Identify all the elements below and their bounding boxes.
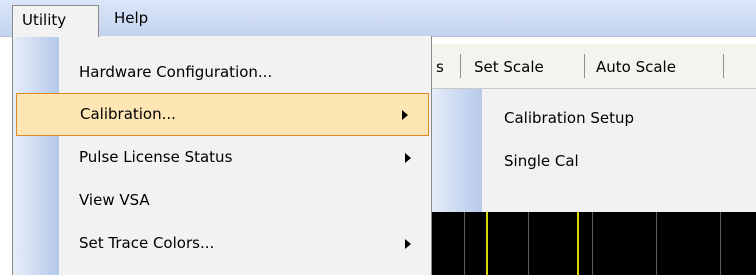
menu-bar: Utility Help [0,0,756,37]
menu-item-label: Calibration... [80,105,176,123]
menu-item-set-trace-colors[interactable]: Set Trace Colors... [13,222,431,265]
grid-line [592,212,593,275]
toolbar: s Set Scale Auto Scale [432,44,756,89]
submenu-icon-gutter [432,89,482,213]
menu-item-calibration[interactable]: Calibration... [16,93,429,136]
menu-item-label: View VSA [79,191,150,209]
grid-line [720,212,721,275]
toolbar-separator [584,54,585,78]
menu-item-view-vsa[interactable]: View VSA [13,179,431,222]
utility-menu-dropdown: Hardware Configuration... Calibration...… [12,36,432,275]
submenu-arrow-icon [402,109,408,120]
menu-item-label: Set Trace Colors... [79,234,215,252]
grid-line [528,212,529,275]
menu-item-pulse-license-status[interactable]: Pulse License Status [13,136,431,179]
calibration-submenu: Calibration Setup Single Cal [432,88,756,213]
menu-item-calibration-setup[interactable]: Calibration Setup [482,99,756,137]
menu-item-label: Pulse License Status [79,148,233,166]
submenu-arrow-icon [405,152,411,163]
trace-line [577,212,579,275]
grid-line [656,212,657,275]
toolbar-separator [723,54,724,78]
set-scale-button[interactable]: Set Scale [474,57,544,77]
menu-item-hardware-configuration[interactable]: Hardware Configuration... [13,51,431,94]
menu-help[interactable]: Help [104,4,158,32]
menu-item-single-cal[interactable]: Single Cal [482,142,756,180]
trace-display [432,212,756,275]
trace-line [486,212,488,275]
auto-scale-button[interactable]: Auto Scale [596,57,676,77]
menu-item-label: Hardware Configuration... [79,63,273,81]
grid-line [464,212,465,275]
submenu-arrow-icon [405,238,411,249]
menu-utility[interactable]: Utility [12,5,99,37]
toolbar-separator [460,54,461,78]
toolbar-partial-label[interactable]: s [436,57,444,77]
